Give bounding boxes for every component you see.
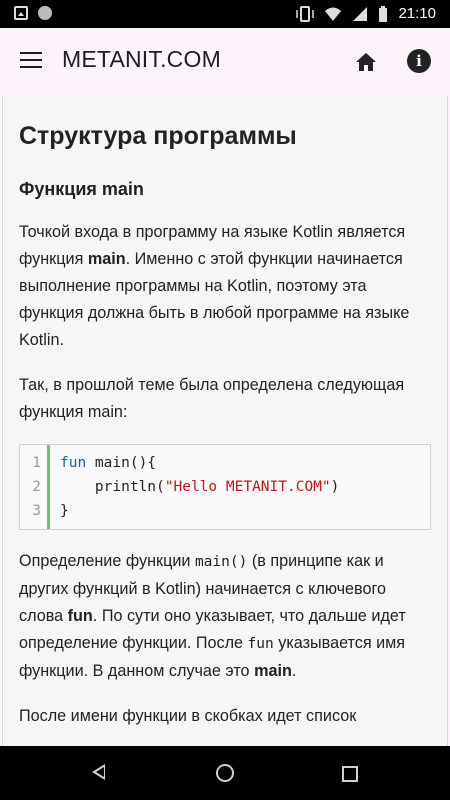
status-time: 21:10 — [398, 5, 436, 22]
status-bar: 21:10 — [0, 0, 450, 28]
home-icon[interactable] — [354, 50, 378, 74]
sync-notification-icon — [38, 6, 52, 20]
signal-icon — [353, 6, 368, 21]
battery-icon — [379, 5, 388, 22]
content-frame: Структура программы Функция main Точкой … — [0, 94, 450, 746]
code-lines: fun main(){ println("Hello METANIT.COM")… — [50, 445, 339, 529]
page-title: Структура программы — [19, 122, 297, 150]
code-line-numbers: 1 2 3 — [20, 445, 50, 529]
home-circle-icon[interactable] — [216, 764, 234, 782]
code-line: println("Hello METANIT.COM") — [60, 479, 340, 495]
menu-icon[interactable] — [20, 52, 42, 68]
back-icon[interactable] — [92, 764, 105, 780]
wifi-icon — [325, 7, 342, 21]
paragraph-intro: Точкой входа в программу на языке Kotlin… — [19, 223, 410, 349]
gallery-notification-icon — [14, 6, 28, 20]
system-nav-bar — [0, 746, 450, 800]
section-heading: Функция main — [19, 179, 144, 199]
recent-apps-icon[interactable] — [342, 766, 358, 782]
vibrate-icon — [296, 5, 315, 22]
app-title: METANIT.COM — [62, 46, 221, 72]
code-line: } — [60, 503, 69, 519]
app-bar: METANIT.COM i — [0, 28, 450, 94]
paragraph-fun-keyword: Определение функции main() (в принципе к… — [19, 552, 406, 680]
code-block: 1 2 3 fun main(){ println("Hello METANIT… — [19, 444, 431, 530]
info-icon[interactable]: i — [407, 49, 431, 73]
paragraph-previous-topic: Так, в прошлой теме была определена след… — [19, 376, 405, 421]
code-line: fun main(){ — [60, 455, 157, 471]
article-view[interactable]: Структура программы Функция main Точкой … — [2, 96, 448, 746]
paragraph-params: После имени функции в скобках идет списо… — [19, 707, 357, 725]
